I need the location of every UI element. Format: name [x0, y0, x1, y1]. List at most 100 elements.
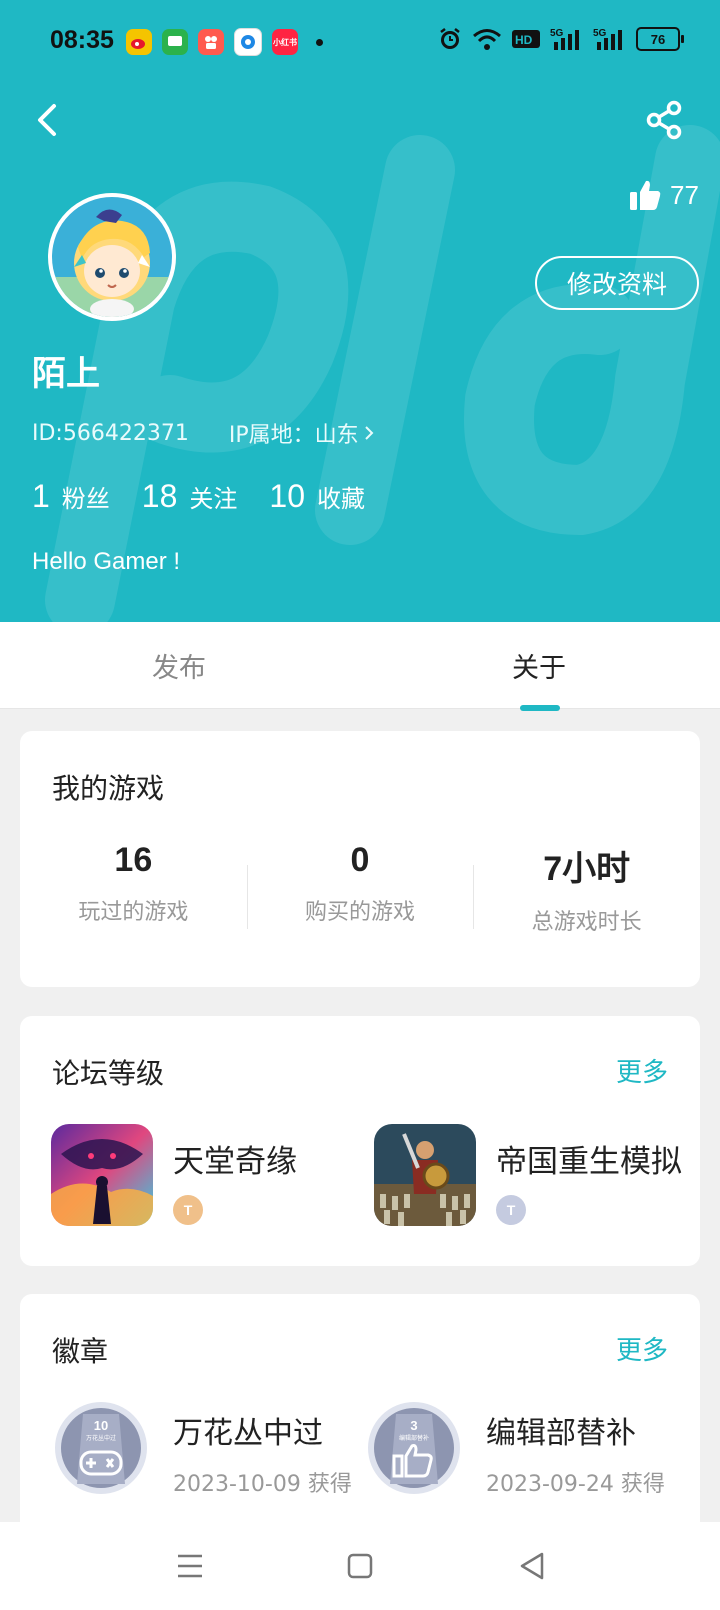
favorites-stat[interactable]: 10 收藏: [269, 478, 365, 515]
level-number: 1: [523, 1213, 530, 1227]
badges-title: 徽章: [52, 1335, 109, 1368]
purchased-games-stat[interactable]: 0 购买的游戏: [247, 831, 474, 941]
badge-item[interactable]: 10 万花丛中过 万花丛中过 2023-10-09 获得: [53, 1400, 352, 1498]
svg-text:5G: 5G: [593, 28, 607, 39]
level-badge: T4: [173, 1195, 207, 1227]
played-games-stat[interactable]: 16 玩过的游戏: [20, 831, 247, 941]
status-time: 08:35: [50, 26, 114, 54]
played-games-label: 玩过的游戏: [78, 900, 189, 925]
badge-name: 编辑部替补: [486, 1416, 636, 1451]
my-games-title: 我的游戏: [52, 772, 165, 805]
badge-date: 2023-10-09 获得: [173, 1472, 352, 1497]
favorites-label: 收藏: [316, 485, 365, 513]
playtime-stat[interactable]: 7小时 总游戏时长: [473, 831, 700, 941]
battery-indicator: 76: [636, 27, 684, 51]
divider: [247, 865, 248, 929]
ip-location-link[interactable]: IP属地：山东: [229, 417, 375, 449]
badge-date: 2023-09-24 获得: [486, 1472, 665, 1497]
active-tab-indicator: [520, 705, 560, 711]
game-thumbnail: [374, 1124, 476, 1226]
menu-icon[interactable]: [170, 1546, 210, 1586]
back-triangle-icon[interactable]: [512, 1546, 552, 1586]
svg-text:5G: 5G: [550, 28, 564, 39]
forum-level-card: 论坛等级 更多 天堂奇缘 T4 帝国重生模拟 T 1: [20, 1016, 700, 1266]
badge-item[interactable]: 3 编辑部替补 编辑部替补 2023-09-24 获得: [366, 1400, 665, 1498]
badges-more-link[interactable]: 更多: [616, 1330, 668, 1367]
share-icon[interactable]: [644, 98, 684, 142]
edit-profile-button[interactable]: 修改资料: [535, 256, 699, 310]
controller-badge-icon: 10 万花丛中过: [55, 1402, 147, 1494]
chevron-right-icon: [364, 426, 374, 440]
username: 陌上: [32, 354, 100, 394]
svg-text:万花丛中过: 万花丛中过: [86, 1434, 116, 1442]
likes-count: 77: [670, 179, 699, 210]
signal-5g-icon-2: 5G: [593, 28, 622, 50]
svg-text:编辑部替补: 编辑部替补: [399, 1434, 429, 1442]
user-bio: Hello Gamer !: [32, 548, 181, 575]
messages-icon: [162, 29, 188, 55]
user-meta: ID:566422371 IP属地：山东: [32, 417, 375, 449]
game-thumbnail-image: [51, 1124, 153, 1226]
my-games-card: 我的游戏 16 玩过的游戏 0 购买的游戏 7小时 总游戏时长: [20, 731, 700, 987]
level-badge: T1: [496, 1195, 530, 1227]
badge-info: 万花丛中过 2023-10-09 获得: [173, 1400, 352, 1498]
likes-counter[interactable]: 77: [628, 178, 699, 212]
game-thumbnail-image: [374, 1124, 476, 1226]
forum-level-title: 论坛等级: [52, 1057, 165, 1090]
svg-text:10: 10: [94, 1418, 108, 1433]
game-thumbnail: [51, 1124, 153, 1226]
tab-posts[interactable]: 发布: [152, 646, 206, 685]
thumbs-up-icon: [630, 180, 661, 210]
hd-icon: HD: [512, 30, 540, 48]
xiaohongshu-icon: 小红书: [272, 29, 298, 55]
avatar[interactable]: [48, 193, 176, 321]
following-label: 关注: [189, 485, 238, 513]
level-number: 4: [200, 1213, 207, 1227]
followers-stat[interactable]: 1 粉丝: [32, 478, 110, 515]
badge-info: 编辑部替补 2023-09-24 获得: [486, 1400, 665, 1498]
divider: [473, 865, 474, 929]
tab-about[interactable]: 关于: [512, 646, 566, 685]
followers-count: 1: [32, 478, 50, 514]
game-name: 帝国重生模拟: [496, 1144, 682, 1180]
playtime-label: 总游戏时长: [531, 910, 642, 935]
badge-name: 万花丛中过: [173, 1416, 323, 1451]
system-navigation-bar: [0, 1522, 720, 1610]
forum-item-info: 帝国重生模拟 T1: [496, 1124, 682, 1227]
my-games-stats: 16 玩过的游戏 0 购买的游戏 7小时 总游戏时长: [20, 831, 700, 941]
forum-item[interactable]: 帝国重生模拟 T1: [374, 1124, 682, 1227]
profile-tabs: 发布 关于: [0, 622, 720, 709]
kuaishou-icon: [198, 29, 224, 55]
svg-text:3: 3: [410, 1418, 417, 1433]
forum-level-more-link[interactable]: 更多: [616, 1052, 668, 1089]
user-id: ID:566422371: [32, 420, 189, 446]
avatar-character-image: [52, 197, 172, 317]
weibo-icon: [126, 29, 152, 55]
game-name: 天堂奇缘: [173, 1144, 297, 1180]
signal-5g-icon-1: 5G: [550, 28, 579, 50]
playtime-value: 7小时: [543, 850, 631, 888]
purchased-games-count: 0: [350, 841, 370, 879]
wifi-icon: [473, 29, 501, 50]
favorites-count: 10: [269, 478, 305, 514]
watermark-logo: [45, 125, 720, 622]
thumbs-up-badge-icon: 3 编辑部替补: [368, 1402, 460, 1494]
home-square-icon[interactable]: [340, 1546, 380, 1586]
ip-location-text: IP属地：山东: [228, 423, 359, 448]
alarm-icon: [440, 28, 460, 49]
followers-label: 粉丝: [61, 485, 110, 513]
follow-stats: 1 粉丝 18 关注 10 收藏: [32, 478, 365, 515]
badges-card: 徽章 更多 10 万花丛中过 万花丛中过 2023-10-09 获得 3 编辑部…: [20, 1294, 700, 1554]
purchased-games-label: 购买的游戏: [305, 900, 416, 925]
status-bar: 08:35 小红书 HD 5G 5G 76: [0, 0, 720, 88]
following-count: 18: [141, 478, 178, 514]
back-arrow-icon[interactable]: [30, 100, 66, 140]
following-stat[interactable]: 18 关注: [142, 478, 238, 515]
forum-item[interactable]: 天堂奇缘 T4: [51, 1124, 297, 1227]
browser-icon: [234, 28, 262, 56]
more-notifications-dot: [316, 38, 323, 46]
notification-icons: 小红书: [126, 28, 323, 56]
svg-text:HD: HD: [515, 33, 533, 47]
system-icons: HD 5G 5G 76: [437, 26, 684, 52]
played-games-count: 16: [114, 841, 153, 879]
